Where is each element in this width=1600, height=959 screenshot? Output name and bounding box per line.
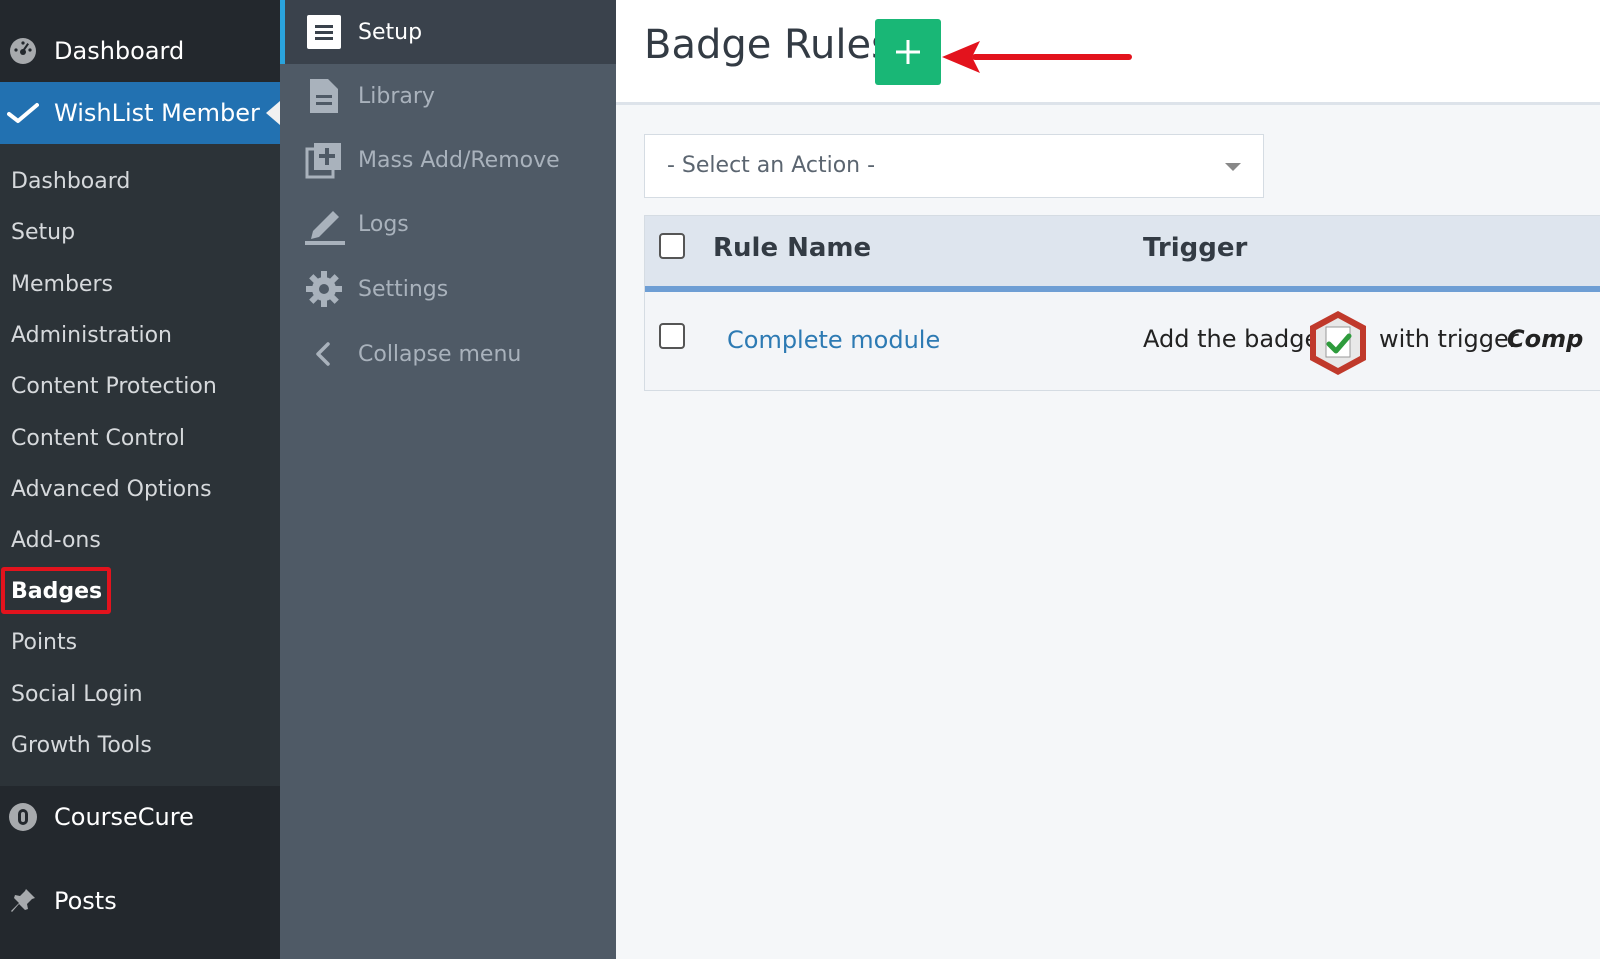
chevron-left-icon xyxy=(300,340,348,368)
badge-image xyxy=(1310,311,1366,375)
submenu-item-setup[interactable]: Setup xyxy=(11,220,75,245)
bulk-action-select-value: - Select an Action - xyxy=(667,153,876,178)
checkmark-icon xyxy=(2,101,44,125)
submenu-item-members[interactable]: Members xyxy=(11,272,113,297)
current-menu-arrow xyxy=(266,101,280,125)
add-badge-rule-button[interactable] xyxy=(875,19,941,85)
wl-menu-mass-add-remove[interactable]: Mass Add/Remove xyxy=(280,128,616,192)
wl-menu-library[interactable]: Library xyxy=(280,64,616,128)
menu-coursecure-label: CourseCure xyxy=(54,803,194,831)
menu-dashboard[interactable]: Dashboard xyxy=(0,20,280,82)
submenu-item-administration[interactable]: Administration xyxy=(11,323,172,348)
coursecure-icon xyxy=(2,802,44,832)
main-content: Badge Rules - Select an Action - Rule Na… xyxy=(616,0,1600,959)
page-header: Badge Rules xyxy=(616,0,1600,105)
admin-sidebar: Dashboard WishList Member Dashboard Setu… xyxy=(0,0,280,959)
add-stack-icon xyxy=(300,141,348,179)
wl-menu-collapse[interactable]: Collapse menu xyxy=(280,322,616,386)
wl-menu-collapse-label: Collapse menu xyxy=(358,341,522,367)
table-row: Complete module Add the badge with trigg… xyxy=(645,292,1600,390)
row-checkbox[interactable] xyxy=(659,323,685,349)
submenu-item-social-login[interactable]: Social Login xyxy=(11,682,143,707)
trigger-mid-text: with trigger xyxy=(1379,325,1519,353)
submenu-item-content-control[interactable]: Content Control xyxy=(11,426,185,451)
rule-name-link[interactable]: Complete module xyxy=(727,326,940,354)
wl-menu-logs-label: Logs xyxy=(358,211,409,237)
submenu-item-content-protection[interactable]: Content Protection xyxy=(11,374,217,399)
wl-menu-library-label: Library xyxy=(358,83,435,109)
dashboard-gauge-icon xyxy=(2,36,44,66)
submenu-item-points[interactable]: Points xyxy=(11,630,77,655)
caret-down-icon xyxy=(1225,163,1241,171)
submenu-item-growth-tools[interactable]: Growth Tools xyxy=(11,733,152,758)
badge-rules-table: Rule Name Trigger Complete module Add th… xyxy=(644,215,1600,391)
menu-posts-label: Posts xyxy=(54,887,117,915)
document-icon xyxy=(300,77,348,115)
plus-icon xyxy=(896,40,920,64)
wl-menu-setup-label: Setup xyxy=(358,19,423,45)
column-header-trigger: Trigger xyxy=(1143,233,1248,263)
wl-menu-setup[interactable]: Setup xyxy=(280,0,616,64)
submenu-item-advanced-options[interactable]: Advanced Options xyxy=(11,477,212,502)
menu-coursecure[interactable]: CourseCure xyxy=(0,786,280,848)
table-header: Rule Name Trigger xyxy=(645,216,1600,292)
wishlist-secondary-menu: Setup Library Mass Add/Remove Logs Setti… xyxy=(280,0,616,959)
column-header-rule-name: Rule Name xyxy=(713,233,872,263)
pushpin-icon xyxy=(2,886,44,916)
bulk-action-select[interactable]: - Select an Action - xyxy=(644,134,1264,198)
submenu-item-add-ons[interactable]: Add-ons xyxy=(11,528,101,553)
select-all-checkbox[interactable] xyxy=(659,233,685,259)
menu-wishlist-label: WishList Member xyxy=(54,99,260,127)
wl-menu-settings[interactable]: Settings xyxy=(280,257,616,321)
wishlist-submenu: Dashboard Setup Members Administration C… xyxy=(0,144,280,786)
badges-highlight-box xyxy=(1,567,111,614)
hamburger-icon xyxy=(300,15,348,49)
gear-icon xyxy=(300,270,348,308)
menu-dashboard-label: Dashboard xyxy=(54,37,185,65)
wl-menu-logs[interactable]: Logs xyxy=(280,192,616,256)
submenu-item-dashboard[interactable]: Dashboard xyxy=(11,169,130,194)
annotation-arrow xyxy=(942,41,1132,73)
pencil-icon xyxy=(300,203,348,245)
trigger-prefix-text: Add the badge xyxy=(1143,325,1320,353)
trigger-value-text: Comp xyxy=(1507,325,1584,353)
wl-menu-settings-label: Settings xyxy=(358,276,449,302)
wl-menu-mass-label: Mass Add/Remove xyxy=(358,147,560,173)
page-title: Badge Rules xyxy=(644,22,892,68)
menu-wishlist-member[interactable]: WishList Member xyxy=(0,82,280,144)
menu-posts[interactable]: Posts xyxy=(0,870,280,932)
